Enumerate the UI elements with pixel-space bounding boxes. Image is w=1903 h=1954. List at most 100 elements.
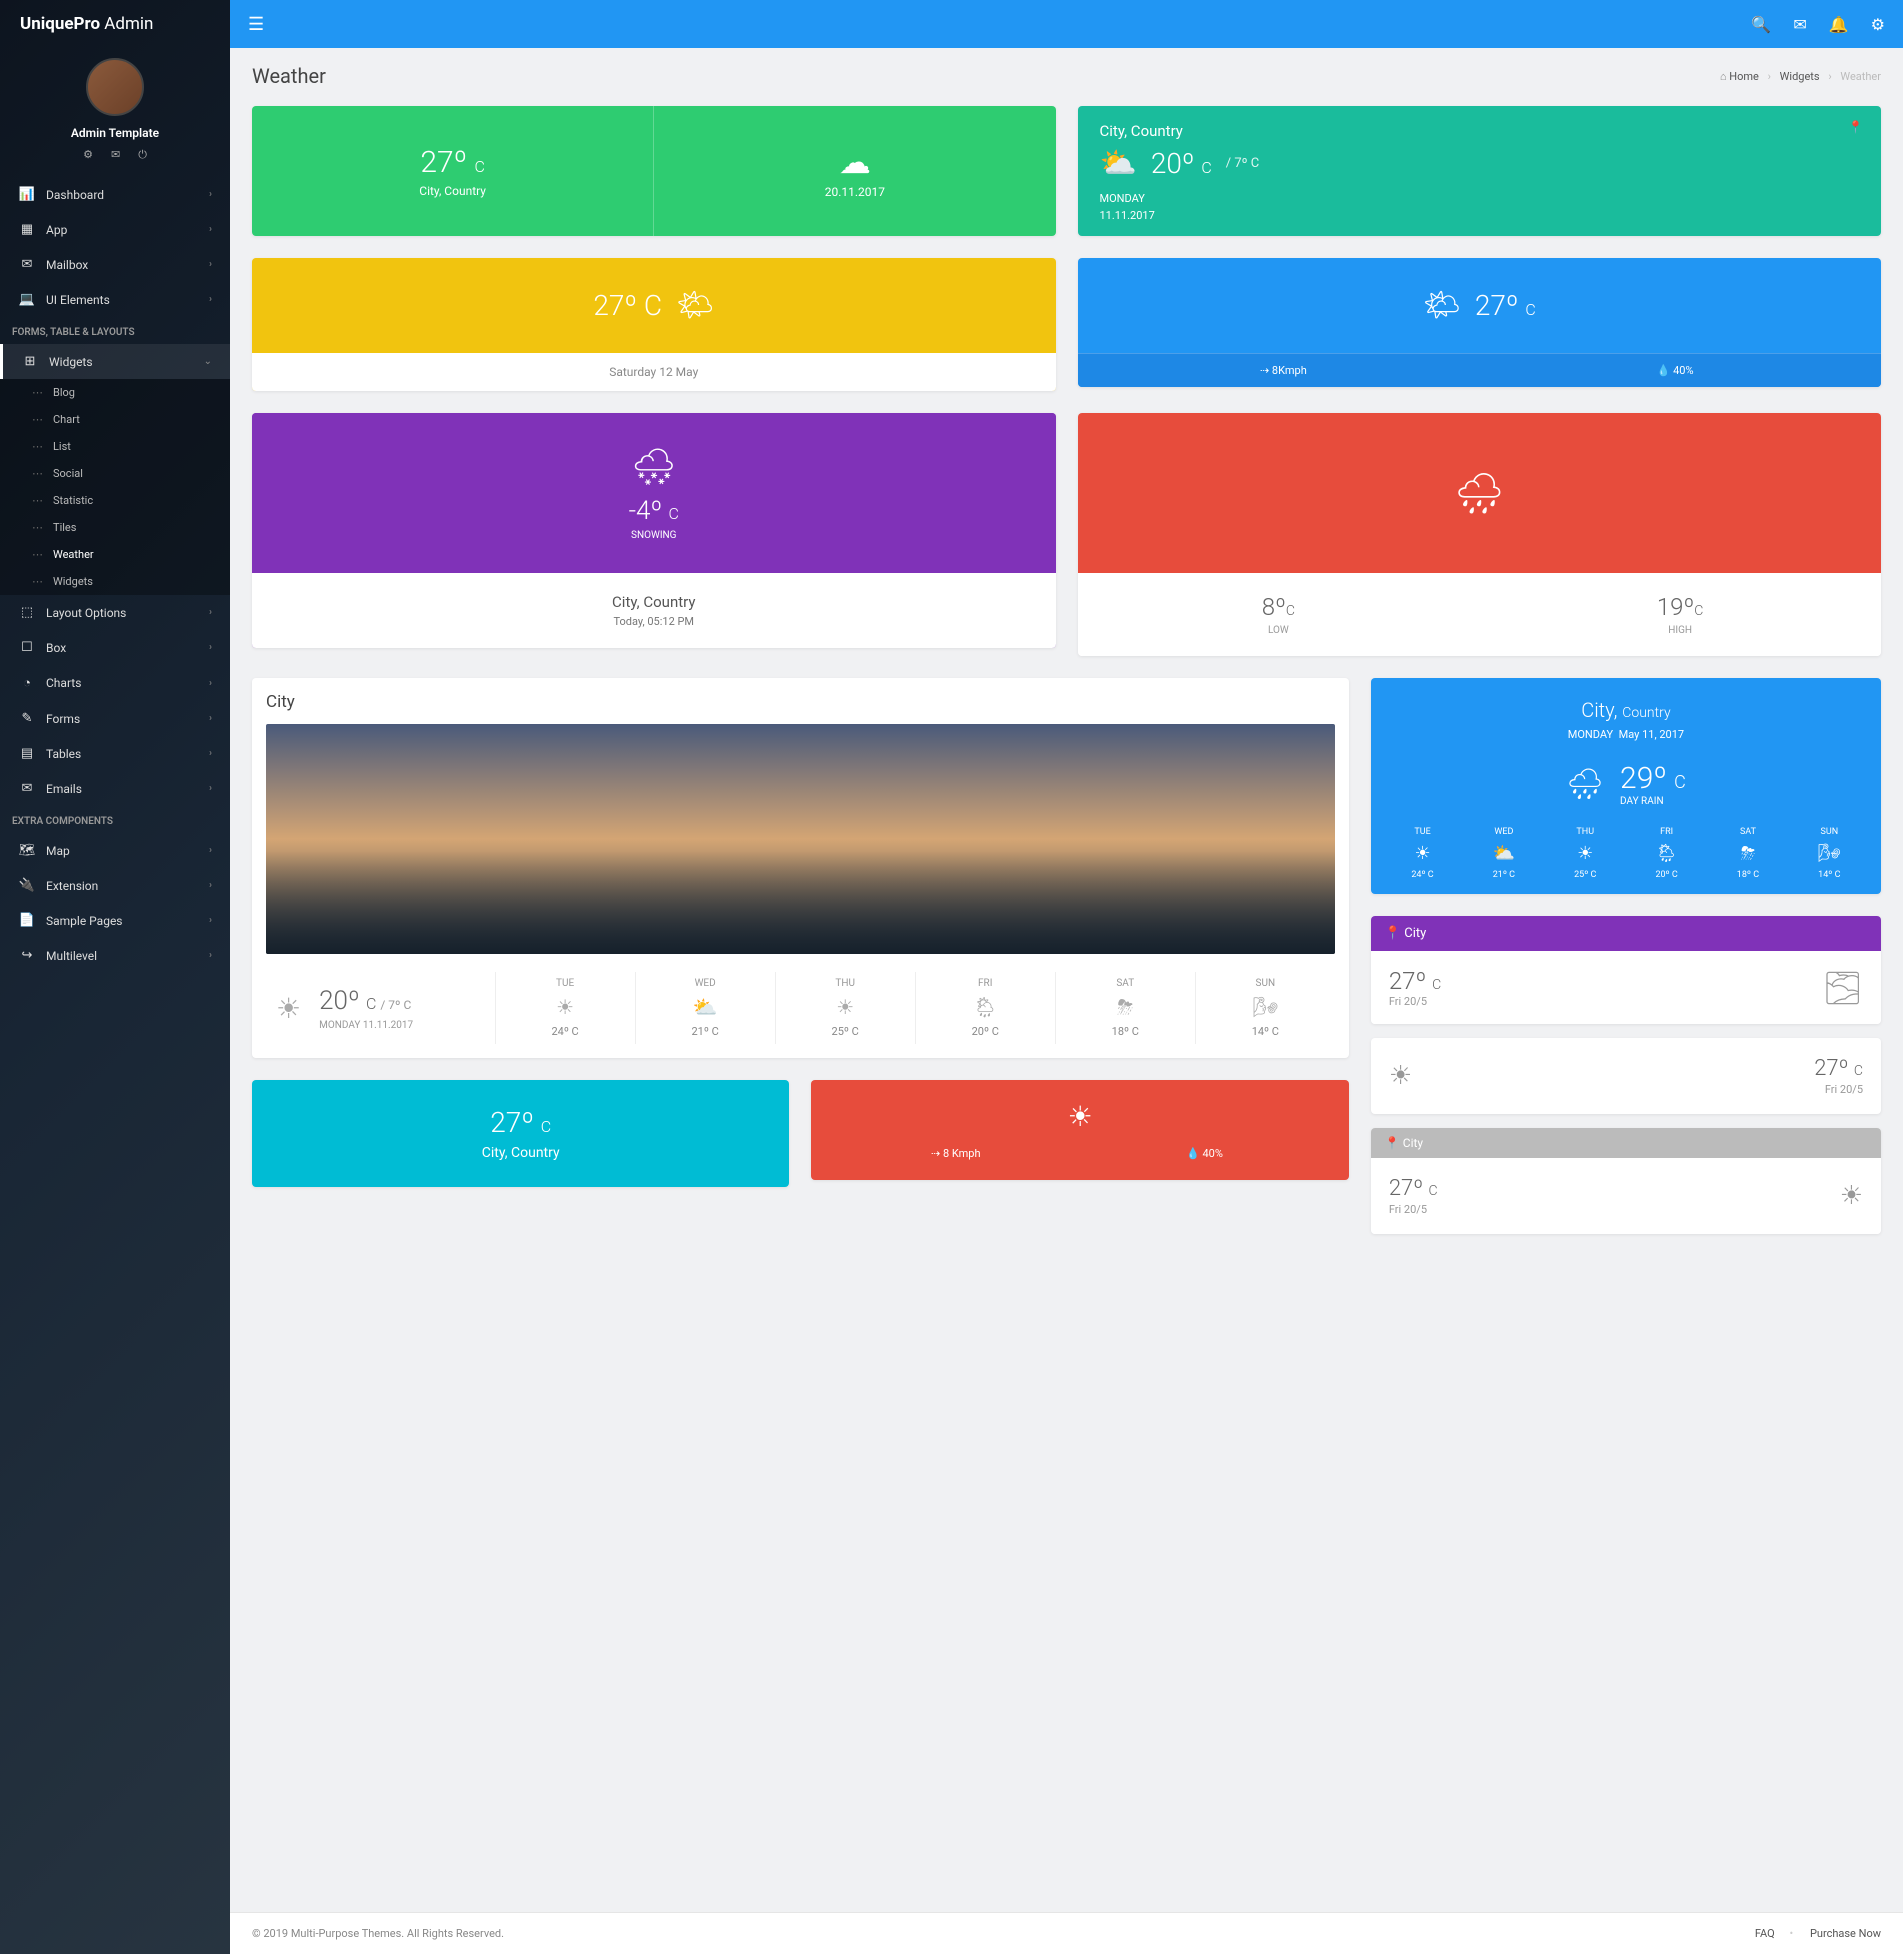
cloud-sun-icon: ⛅ <box>636 995 775 1019</box>
forecast-day: WED⛅21º C <box>635 972 775 1044</box>
w1-location: City, Country <box>419 184 486 198</box>
sun-icon: ☀ <box>1840 1181 1863 1211</box>
w8-condition: DAY RAIN <box>1620 796 1686 807</box>
w10-humidity: 💧 40% <box>1080 1147 1329 1160</box>
nav-mailbox[interactable]: ✉Mailbox› <box>0 247 230 282</box>
nav-layout-options[interactable]: ⬚Layout Options› <box>0 595 230 630</box>
w8-day: SUN🌬14º C <box>1792 827 1867 880</box>
dashboard-icon: 📊 <box>18 187 36 202</box>
brand-logo[interactable]: UniquePro Admin <box>0 0 230 48</box>
subnav-weather[interactable]: Weather <box>0 541 230 568</box>
widgets-icon: ⊞ <box>21 354 39 369</box>
cloud-icon: ☁ <box>839 143 871 181</box>
nav-tables[interactable]: ▤Tables› <box>0 736 230 771</box>
subnav-statistic[interactable]: Statistic <box>0 487 230 514</box>
w1-date: 20.11.2017 <box>825 185 885 199</box>
nav-header-forms: FORMS, TABLE & LAYOUTS <box>0 317 230 344</box>
nav-extension[interactable]: 🔌Extension› <box>0 868 230 903</box>
nav-map[interactable]: 🗺Map› <box>0 833 230 868</box>
w8-date: MONDAY May 11, 2017 <box>1385 728 1867 741</box>
edit-icon: ✎ <box>18 711 36 726</box>
gear-icon[interactable]: ⚙ <box>1871 15 1885 34</box>
nav-charts[interactable]: ◔Charts› <box>0 665 230 701</box>
subnav-blog[interactable]: Blog <box>0 379 230 406</box>
w8-location: City, Country <box>1385 698 1867 722</box>
w7-today-temp: 20º C <box>319 986 376 1016</box>
subnav-list[interactable]: List <box>0 433 230 460</box>
w4-temp: 27º C <box>1475 289 1536 322</box>
subnav-social[interactable]: Social <box>0 460 230 487</box>
w3-temp: 27º C <box>593 289 662 322</box>
w11-temp: 27º C <box>1389 967 1441 995</box>
pie-icon: ◔ <box>18 675 36 691</box>
w8-day: THU☀25º C <box>1548 827 1623 880</box>
subnav-widgets[interactable]: Widgets <box>0 568 230 595</box>
w5-condition: SNOWING <box>631 530 677 541</box>
w6-high: 19ºC <box>1479 593 1881 621</box>
nav-app[interactable]: ▦App› <box>0 212 230 247</box>
sun-icon: ☀ <box>831 1100 1328 1133</box>
weather-card-cyan: 27º C City, Country <box>252 1080 789 1187</box>
w7-today-date: MONDAY 11.11.2017 <box>319 1020 413 1031</box>
rain-icon: 🌧 <box>1566 767 1604 802</box>
nav-dashboard[interactable]: 📊Dashboard› <box>0 177 230 212</box>
w8-day: FRI🌦20º C <box>1629 827 1704 880</box>
envelope-icon: ✉ <box>18 781 36 796</box>
w4-wind: ⇢ 8Kmph <box>1088 364 1480 377</box>
weather-card-teal: City, Country ⛅ 20º C / 7º C MONDAY 11.1… <box>1078 106 1882 236</box>
w13-date: Fri 20/5 <box>1389 1203 1438 1216</box>
subnav-chart[interactable]: Chart <box>0 406 230 433</box>
profile-power-icon[interactable]: ⏻ <box>138 148 147 162</box>
fog-icon: 🌤 <box>676 288 714 323</box>
sun-icon: ☀ <box>276 992 301 1025</box>
nav-sample-pages[interactable]: 📄Sample Pages› <box>0 903 230 938</box>
mail-icon: ✉ <box>18 257 36 272</box>
box-icon: ☐ <box>18 640 36 655</box>
sun-icon: ☀ <box>776 995 915 1019</box>
w9-temp: 27º C <box>278 1106 763 1139</box>
w2-min: / 7º C <box>1226 156 1260 171</box>
breadcrumb: ⌂ Home › Widgets › Weather <box>1720 70 1881 83</box>
w5-location: City, Country <box>272 593 1036 611</box>
subnav-tiles[interactable]: Tiles <box>0 514 230 541</box>
w7-title: City <box>266 692 1335 712</box>
w11-header: 📍 City <box>1371 916 1881 951</box>
weather-card-yellow: 27º C🌤 Saturday 12 May <box>252 258 1056 391</box>
breadcrumb-widgets[interactable]: Widgets <box>1780 70 1820 83</box>
city-summary-card: 📍 City 27º C Fri 20/5 🌫 <box>1371 916 1881 1024</box>
footer-faq[interactable]: FAQ <box>1755 1927 1775 1940</box>
footer-purchase[interactable]: Purchase Now <box>1810 1927 1881 1940</box>
mail-icon[interactable]: ✉ <box>1793 15 1806 34</box>
breadcrumb-home[interactable]: Home <box>1729 70 1759 83</box>
fog-icon: 🌫 <box>1822 969 1863 1007</box>
wind-icon: 🌬 <box>1196 995 1335 1019</box>
nav-emails[interactable]: ✉Emails› <box>0 771 230 806</box>
search-icon[interactable]: 🔍 <box>1751 15 1771 34</box>
weather-row-card-2: 📍 City 27º C Fri 20/5 ☀ <box>1371 1128 1881 1234</box>
profile-mail-icon[interactable]: ✉ <box>111 148 120 162</box>
forecast-day: SUN🌬14º C <box>1195 972 1335 1044</box>
w5-temp: -4º C <box>629 496 679 526</box>
layout-icon: ⬚ <box>18 605 36 620</box>
avatar[interactable] <box>86 58 144 116</box>
profile-block: Admin Template ⚙ ✉ ⏻ <box>0 48 230 177</box>
w2-temp: 20º C <box>1151 147 1212 180</box>
nav-box[interactable]: ☐Box› <box>0 630 230 665</box>
table-icon: ▤ <box>18 746 36 761</box>
nav-multilevel[interactable]: ↪Multilevel› <box>0 938 230 973</box>
bell-icon[interactable]: 🔔 <box>1829 15 1849 34</box>
chevron-right-icon: › <box>209 189 212 200</box>
profile-settings-icon[interactable]: ⚙ <box>83 148 93 162</box>
hamburger-icon[interactable]: ☰ <box>248 14 264 35</box>
w13-header: 📍 City <box>1371 1128 1881 1158</box>
profile-name: Admin Template <box>0 126 230 140</box>
w4-humidity: 💧 40% <box>1479 364 1871 377</box>
w8-temp: 29º C <box>1620 761 1686 796</box>
nav-widgets[interactable]: ⊞Widgets⌄ <box>0 344 230 379</box>
nav-ui-elements[interactable]: 💻UI Elements› <box>0 282 230 317</box>
nav-header-extra: EXTRA COMPONENTS <box>0 806 230 833</box>
w2-day: MONDAY <box>1100 191 1860 208</box>
chevron-down-icon: ⌄ <box>204 356 212 367</box>
nav-forms[interactable]: ✎Forms› <box>0 701 230 736</box>
weather-card-green: 27º C City, Country ☁ 20.11.2017 <box>252 106 1056 236</box>
